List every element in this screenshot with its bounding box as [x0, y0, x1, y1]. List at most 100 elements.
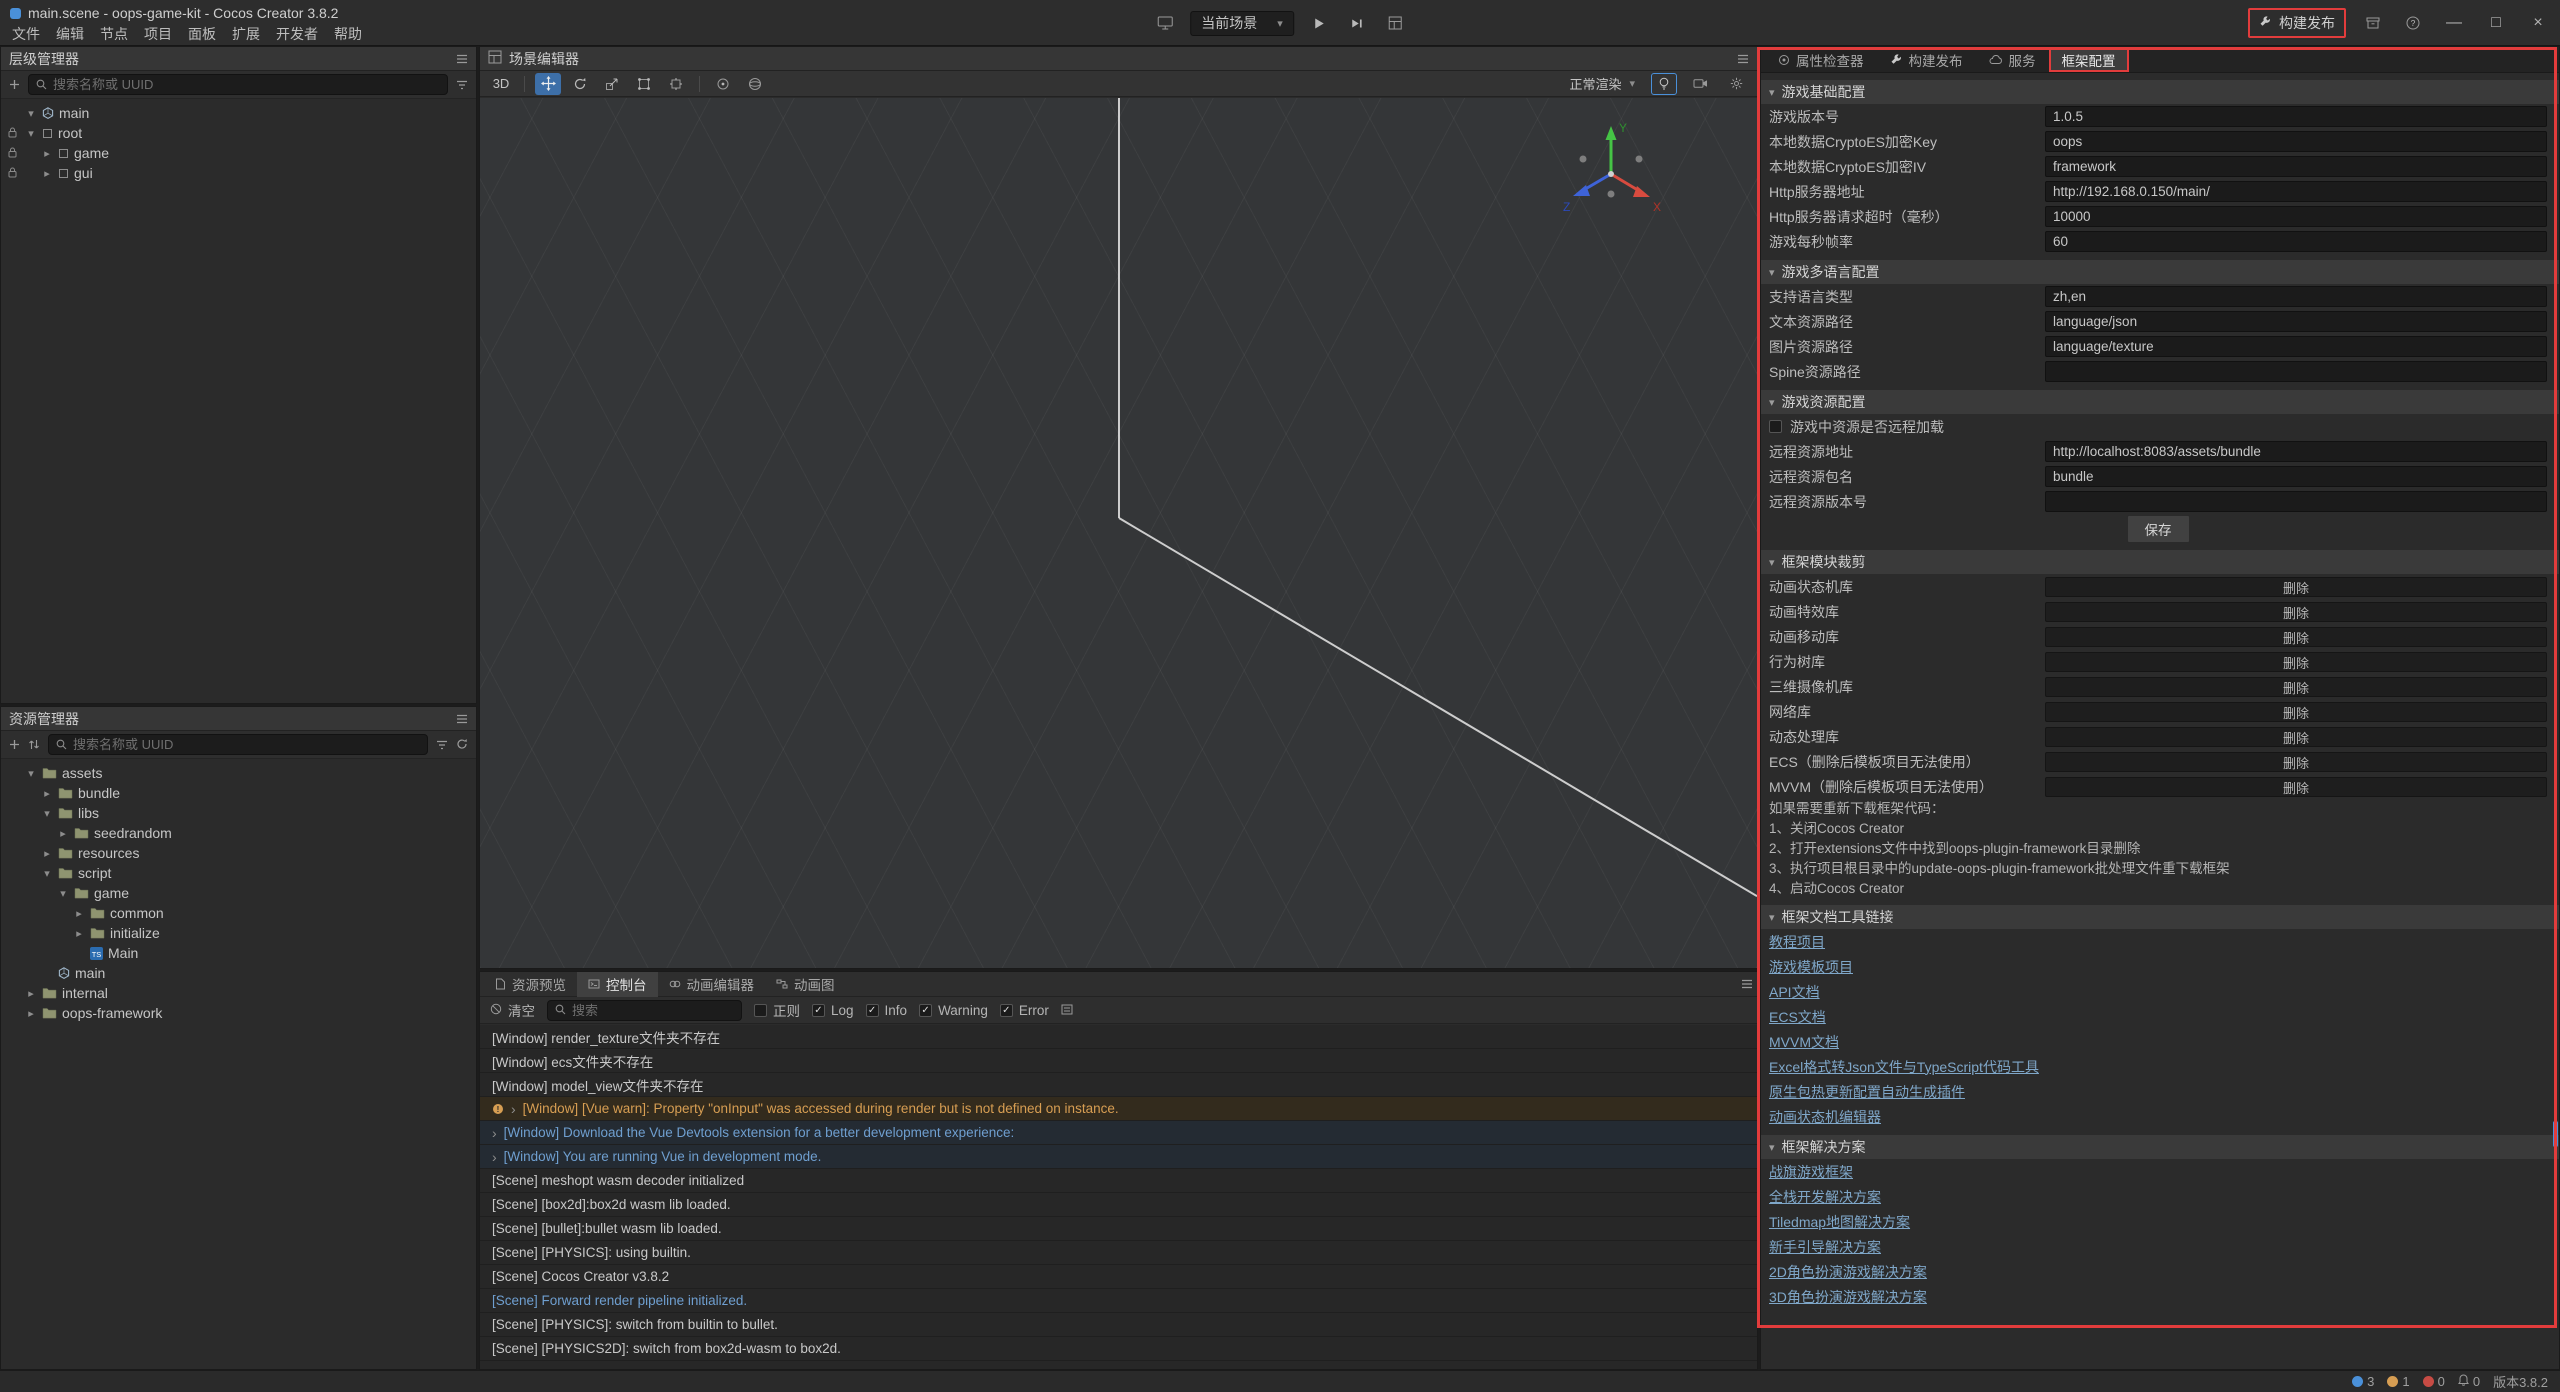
log-row[interactable]: [Scene] [PHYSICS2D]: switch from box2d-w… — [480, 1337, 1757, 1361]
section-header[interactable]: ▾框架文档工具链接 — [1761, 905, 2559, 929]
expand-arrow-icon[interactable]: ▸ — [41, 167, 53, 180]
console-tab-动画编辑器[interactable]: 动画编辑器 — [658, 972, 766, 997]
rotate-tool-icon[interactable] — [567, 73, 593, 95]
play-button[interactable] — [1306, 10, 1332, 36]
log-row[interactable]: [Scene] [box2d]:box2d wasm lib loaded. — [480, 1193, 1757, 1217]
doc-link[interactable]: MVVM文档 — [1769, 1032, 1839, 1052]
collapse-arrow-icon[interactable]: ▾ — [25, 107, 37, 120]
expand-arrow-icon[interactable]: › — [511, 1101, 516, 1117]
expand-arrow-icon[interactable]: ▸ — [73, 927, 85, 940]
checkbox[interactable] — [866, 1004, 879, 1017]
regex-checkbox[interactable] — [754, 1004, 767, 1017]
panel-menu-icon[interactable] — [456, 51, 468, 67]
regex-toggle[interactable]: 正则 — [754, 1000, 800, 1020]
help-icon[interactable]: ? — [2400, 10, 2426, 36]
sort-icon[interactable] — [28, 737, 40, 753]
asset-item-oops-framework[interactable]: ▸oops-framework — [1, 1003, 476, 1023]
asset-item-resources[interactable]: ▸resources — [1, 843, 476, 863]
render-mode-select[interactable]: 正常渲染 ▾ — [1563, 72, 1641, 95]
filter-Info[interactable]: Info — [866, 1003, 908, 1018]
lock-icon[interactable] — [8, 127, 17, 138]
doc-link[interactable]: 战旗游戏框架 — [1769, 1162, 1853, 1182]
asset-item-game[interactable]: ▾game — [1, 883, 476, 903]
notification-count[interactable]: 0 — [2458, 1374, 2480, 1389]
filter-Error[interactable]: Error — [1000, 1003, 1049, 1018]
lock-icon[interactable] — [8, 167, 17, 178]
log-row[interactable]: [Window] render_texture文件夹不存在 — [480, 1025, 1757, 1049]
error-count[interactable]: 0 — [2423, 1374, 2445, 1389]
asset-item-common[interactable]: ▸common — [1, 903, 476, 923]
transform-gizmo-icon[interactable] — [663, 73, 689, 95]
checkbox[interactable] — [812, 1004, 825, 1017]
console-tab-动画图[interactable]: 动画图 — [765, 972, 846, 997]
doc-link[interactable]: 游戏模板项目 — [1769, 957, 1853, 977]
checkbox[interactable] — [1769, 420, 1782, 433]
menu-item-帮助[interactable]: 帮助 — [326, 23, 370, 45]
menu-item-项目[interactable]: 项目 — [136, 23, 180, 45]
expand-arrow-icon[interactable]: ▸ — [41, 787, 53, 800]
collapse-arrow-icon[interactable]: ▾ — [41, 867, 53, 880]
delete-button[interactable]: 删除 — [2045, 627, 2547, 647]
inspector-tab-属性检查器[interactable]: 属性检查器 — [1765, 48, 1877, 72]
filter-Log[interactable]: Log — [812, 1003, 854, 1018]
property-input[interactable] — [2045, 361, 2547, 382]
hierarchy-item-gui[interactable]: ▸gui — [1, 163, 476, 183]
delete-button[interactable]: 删除 — [2045, 602, 2547, 622]
asset-item-Main[interactable]: TSMain — [1, 943, 476, 963]
section-header[interactable]: ▾框架模块裁剪 — [1761, 550, 2559, 574]
add-asset-icon[interactable] — [9, 737, 20, 753]
assets-search[interactable] — [48, 734, 428, 755]
scene-settings-icon[interactable] — [1723, 73, 1749, 95]
delete-button[interactable]: 删除 — [2045, 752, 2547, 772]
hierarchy-item-root[interactable]: ▾root — [1, 123, 476, 143]
filter-Warning[interactable]: Warning — [919, 1003, 988, 1018]
log-row[interactable]: [Scene] [PHYSICS]: using builtin. — [480, 1241, 1757, 1265]
collapse-arrow-icon[interactable]: ▾ — [25, 127, 37, 140]
log-row[interactable]: [Window] ecs文件夹不存在 — [480, 1049, 1757, 1073]
expand-arrow-icon[interactable]: ▸ — [73, 907, 85, 920]
doc-link[interactable]: 新手引导解决方案 — [1769, 1237, 1881, 1257]
pivot-toggle-icon[interactable] — [710, 73, 736, 95]
move-tool-icon[interactable] — [535, 73, 561, 95]
menu-item-文件[interactable]: 文件 — [4, 23, 48, 45]
delete-button[interactable]: 删除 — [2045, 777, 2547, 797]
mode-3d-toggle[interactable]: 3D — [488, 73, 514, 95]
build-publish-button[interactable]: 构建发布 — [2248, 8, 2346, 38]
lighting-toggle-icon[interactable] — [1651, 73, 1677, 95]
log-row[interactable]: [Scene] Cocos Creator v3.8.2 — [480, 1265, 1757, 1289]
hierarchy-search[interactable] — [28, 74, 448, 95]
log-row[interactable]: !›[Window] [Vue warn]: Property "onInput… — [480, 1097, 1757, 1121]
delete-button[interactable]: 删除 — [2045, 677, 2547, 697]
menu-item-面板[interactable]: 面板 — [180, 23, 224, 45]
scrollbar-thumb[interactable] — [2553, 1121, 2558, 1147]
console-search-input[interactable] — [572, 1003, 748, 1018]
log-row[interactable]: [Window] model_view文件夹不存在 — [480, 1073, 1757, 1097]
save-button[interactable]: 保存 — [2127, 515, 2190, 543]
collapse-arrow-icon[interactable]: ▾ — [57, 887, 69, 900]
refresh-icon[interactable] — [456, 737, 468, 753]
step-button[interactable] — [1344, 10, 1370, 36]
property-input[interactable] — [2045, 466, 2547, 487]
section-header[interactable]: ▾游戏多语言配置 — [1761, 260, 2559, 284]
preview-scene-select[interactable]: 当前场景 ▾ — [1190, 11, 1294, 36]
property-input[interactable] — [2045, 311, 2547, 332]
property-input[interactable] — [2045, 106, 2547, 127]
expand-arrow-icon[interactable]: › — [492, 1125, 497, 1141]
doc-link[interactable]: 3D角色扮演游戏解决方案 — [1769, 1287, 1927, 1307]
minimize-button[interactable]: — — [2440, 14, 2468, 32]
asset-item-seedrandom[interactable]: ▸seedrandom — [1, 823, 476, 843]
hierarchy-search-input[interactable] — [53, 77, 440, 92]
expand-arrow-icon[interactable]: ▸ — [41, 847, 53, 860]
property-input[interactable] — [2045, 206, 2547, 227]
property-input[interactable] — [2045, 491, 2547, 512]
asset-item-script[interactable]: ▾script — [1, 863, 476, 883]
panel-menu-icon[interactable] — [1737, 51, 1749, 67]
property-input[interactable] — [2045, 231, 2547, 252]
scene-viewport[interactable]: Y X Z — [480, 98, 1757, 968]
log-row[interactable]: [Scene] Forward render pipeline initiali… — [480, 1289, 1757, 1313]
assets-search-input[interactable] — [73, 737, 420, 752]
close-button[interactable]: × — [2524, 14, 2552, 32]
section-header[interactable]: ▾游戏基础配置 — [1761, 80, 2559, 104]
section-header[interactable]: ▾游戏资源配置 — [1761, 390, 2559, 414]
checkbox[interactable] — [1000, 1004, 1013, 1017]
